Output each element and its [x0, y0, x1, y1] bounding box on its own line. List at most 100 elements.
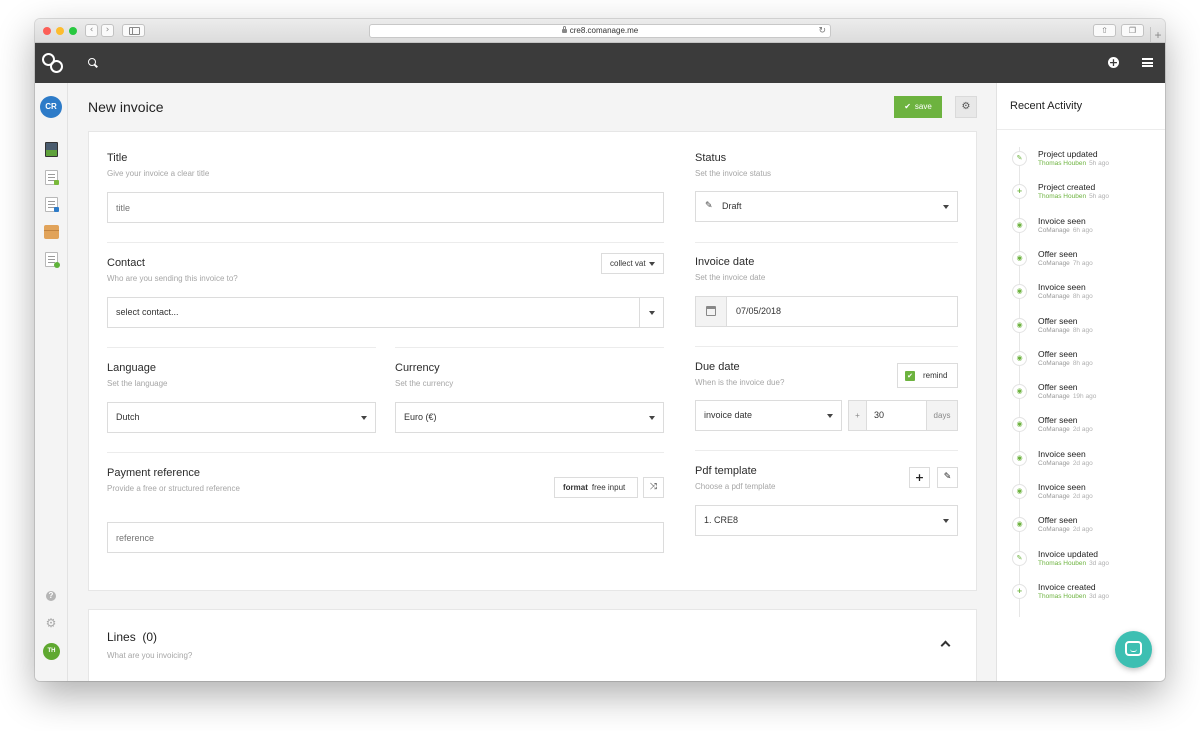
activity-meta: CoManage 8h ago: [1038, 360, 1093, 367]
contact-dropdown-toggle[interactable]: [639, 298, 663, 327]
new-tab-button[interactable]: +: [1150, 27, 1165, 43]
activity-actor[interactable]: CoManage: [1038, 393, 1070, 400]
activity-item[interactable]: + Invoice created Thomas Houben 3d ago: [997, 580, 1165, 613]
offers-icon[interactable]: [45, 170, 59, 185]
date-addon[interactable]: [696, 297, 727, 326]
due-basis-value: invoice date: [704, 410, 753, 420]
minimize-window-button[interactable]: [56, 27, 64, 35]
activity-text: Invoice seen: [1038, 282, 1086, 293]
remind-checkbox-toggle[interactable]: ✔ remind: [897, 363, 958, 388]
invoice-date-field[interactable]: 07/05/2018: [695, 296, 958, 327]
activity-actor[interactable]: Thomas Houben: [1038, 193, 1086, 200]
add-circle-icon[interactable]: +: [1108, 57, 1119, 68]
zoom-window-button[interactable]: [69, 27, 77, 35]
gear-icon: ⚙: [961, 101, 971, 112]
chevron-up-icon[interactable]: [940, 640, 951, 651]
activity-item[interactable]: ◉ Invoice seen CoManage 6h ago: [997, 214, 1165, 247]
reference-input[interactable]: [107, 522, 664, 553]
activity-item[interactable]: ◉ Invoice seen CoManage 2d ago: [997, 480, 1165, 513]
activity-item[interactable]: ✎Contact updated: [997, 613, 1165, 617]
activity-actor[interactable]: CoManage: [1038, 526, 1070, 533]
title-label: Title: [107, 152, 128, 164]
activity-item[interactable]: ◉ Invoice seen CoManage 2d ago: [997, 447, 1165, 480]
sidebar-toggle-icon[interactable]: [122, 24, 145, 37]
url-text: cre8.comanage.me: [569, 26, 639, 35]
invoice-form-card: Title Give your invoice a clear title Co…: [88, 131, 977, 591]
contact-select-value: select contact...: [116, 307, 179, 317]
activity-actor[interactable]: CoManage: [1038, 227, 1070, 234]
activity-item[interactable]: ◉ Offer seen CoManage 8h ago: [997, 347, 1165, 380]
activity-item[interactable]: ◉ Offer seen CoManage 8h ago: [997, 314, 1165, 347]
divider: [695, 242, 958, 243]
language-select[interactable]: Dutch: [107, 402, 376, 433]
chat-button[interactable]: [1115, 631, 1152, 668]
checkbox-checked-icon[interactable]: ✔: [905, 371, 915, 381]
add-template-button[interactable]: +: [909, 467, 930, 488]
tasks-icon[interactable]: [45, 252, 60, 268]
activity-actor[interactable]: CoManage: [1038, 360, 1070, 367]
activity-item[interactable]: ◉ Offer seen CoManage 2d ago: [997, 413, 1165, 446]
activity-item[interactable]: ◉ Invoice seen CoManage 8h ago: [997, 280, 1165, 313]
activity-actor[interactable]: CoManage: [1038, 293, 1070, 300]
activity-text: Invoice seen: [1038, 448, 1086, 459]
search-icon[interactable]: [88, 58, 97, 67]
company-avatar[interactable]: CR: [40, 96, 62, 118]
collect-vat-dropdown[interactable]: collect vat: [601, 253, 664, 274]
activity-actor[interactable]: CoManage: [1038, 493, 1070, 500]
due-days-value[interactable]: 30: [874, 401, 884, 430]
invoices-icon[interactable]: [45, 197, 59, 212]
reload-icon[interactable]: ↻: [818, 25, 826, 37]
activity-time: 19h ago: [1072, 393, 1097, 401]
activity-item[interactable]: ✎ Project updated Thomas Houben 5h ago: [997, 147, 1165, 180]
activity-text: Invoice seen: [1038, 215, 1086, 226]
currency-select[interactable]: Euro (€): [395, 402, 664, 433]
due-basis-select[interactable]: invoice date: [695, 400, 842, 431]
activity-text: Invoice created: [1038, 581, 1096, 592]
activity-item[interactable]: ◉ Offer seen CoManage 19h ago: [997, 380, 1165, 413]
activity-item[interactable]: ◉ Offer seen CoManage 7h ago: [997, 247, 1165, 280]
activity-actor[interactable]: CoManage: [1038, 426, 1070, 433]
address-bar[interactable]: cre8.comanage.me ↻: [369, 24, 831, 38]
tabs-overview-icon[interactable]: ❐: [1121, 24, 1144, 37]
pdf-template-select[interactable]: 1. CRE8: [695, 505, 958, 536]
products-icon[interactable]: [44, 225, 59, 239]
divider: [395, 347, 664, 348]
user-avatar[interactable]: TH: [43, 643, 60, 660]
activity-title: Recent Activity: [1010, 100, 1083, 112]
forward-button[interactable]: ›: [101, 24, 114, 37]
activity-actor[interactable]: Thomas Houben: [1038, 593, 1086, 600]
edit-template-button[interactable]: ✎: [937, 467, 958, 488]
share-icon[interactable]: ⇧: [1093, 24, 1116, 37]
shuffle-format-button[interactable]: ⤨: [643, 477, 664, 498]
divider: [107, 347, 376, 348]
dashboard-icon[interactable]: [45, 142, 58, 157]
status-select[interactable]: ✎ Draft: [695, 191, 958, 222]
activity-actor[interactable]: Thomas Houben: [1038, 560, 1086, 567]
currency-help: Set the currency: [395, 379, 454, 388]
help-icon[interactable]: ?: [46, 591, 56, 601]
comanage-logo-icon[interactable]: [42, 53, 64, 73]
invoice-settings-button[interactable]: ⚙: [955, 96, 977, 118]
activity-actor[interactable]: CoManage: [1038, 260, 1070, 267]
activity-item[interactable]: + Project created Thomas Houben 5h ago: [997, 180, 1165, 213]
activity-actor[interactable]: CoManage: [1038, 460, 1070, 467]
payment-reference-help: Provide a free or structured reference: [107, 484, 240, 493]
activity-item[interactable]: ◉ Offer seen CoManage 2d ago: [997, 513, 1165, 546]
browser-window: ‹ › cre8.comanage.me ↻ ⇧ ❐ + + CR ? ⚙ TH…: [35, 19, 1165, 681]
activity-time: 2d ago: [1072, 426, 1093, 434]
contact-select[interactable]: select contact...: [107, 297, 664, 328]
reference-format-toggle[interactable]: format free input: [554, 477, 638, 498]
save-button[interactable]: ✔ save: [894, 96, 942, 118]
activity-item[interactable]: ✎ Invoice updated Thomas Houben 3d ago: [997, 547, 1165, 580]
close-window-button[interactable]: [43, 27, 51, 35]
pdf-template-help: Choose a pdf template: [695, 482, 776, 491]
pencil-icon: ✎: [943, 472, 952, 482]
hamburger-menu-icon[interactable]: [1142, 58, 1153, 67]
activity-actor[interactable]: Thomas Houben: [1038, 160, 1086, 167]
activity-actor[interactable]: CoManage: [1038, 327, 1070, 334]
back-button[interactable]: ‹: [85, 24, 98, 37]
gear-icon[interactable]: ⚙: [45, 617, 57, 629]
due-days-field[interactable]: + 30 days: [848, 400, 958, 431]
activity-time: 8h ago: [1072, 326, 1093, 334]
title-input[interactable]: [107, 192, 664, 223]
